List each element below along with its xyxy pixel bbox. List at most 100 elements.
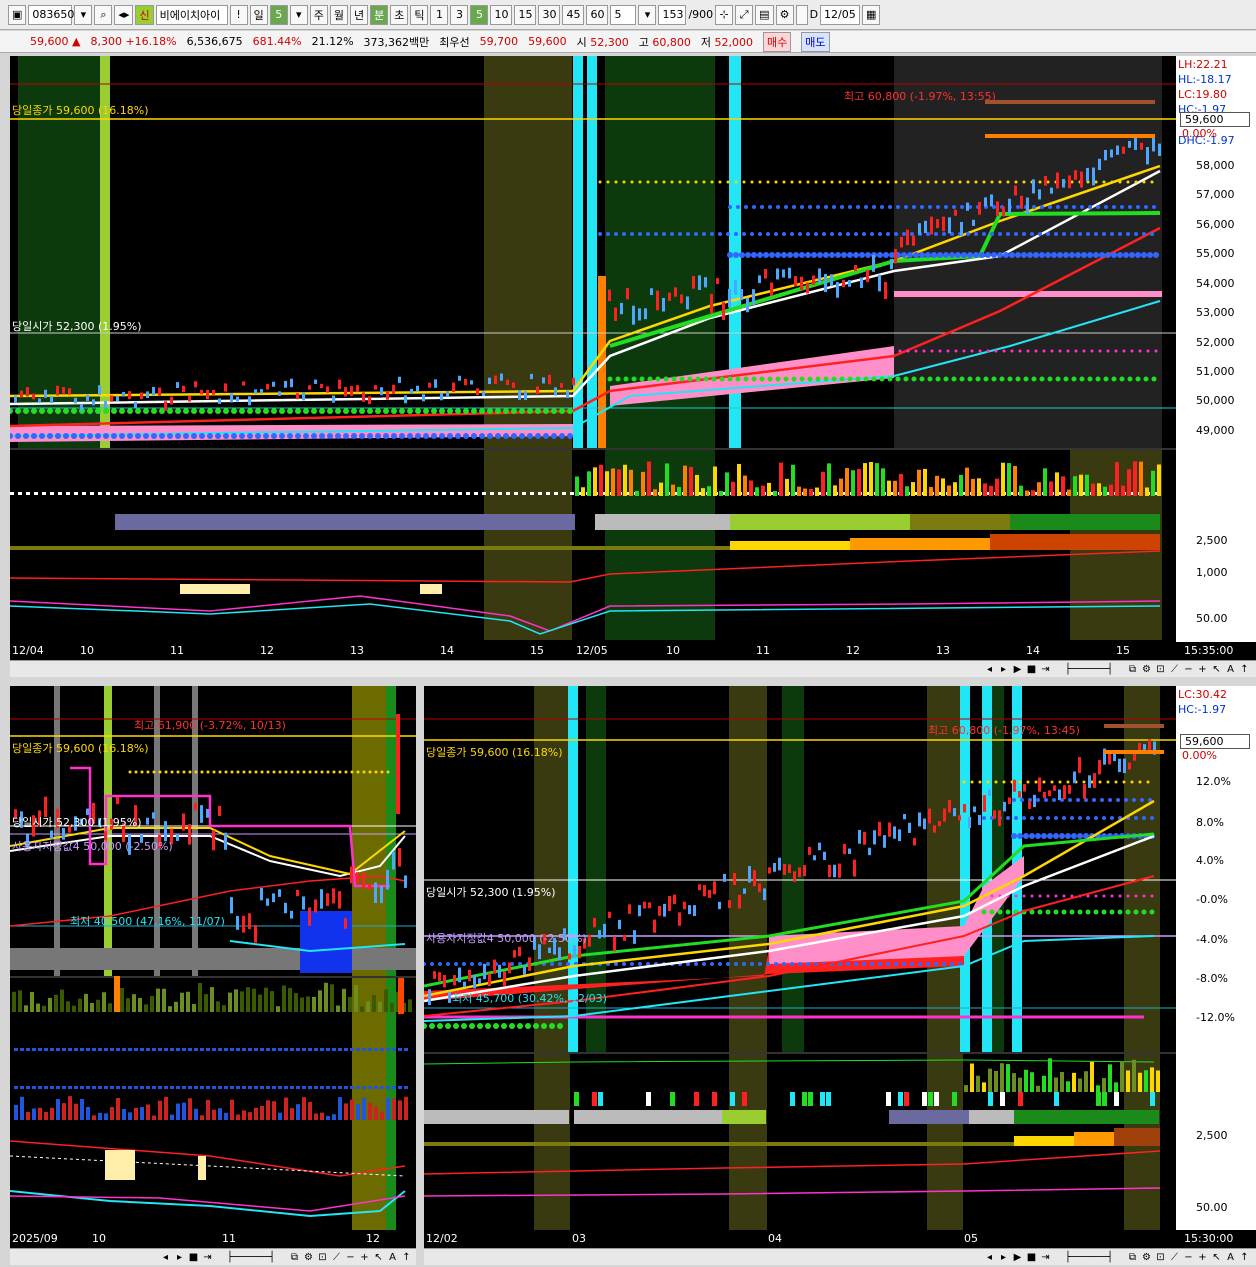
window-icon[interactable]: ▣ [8, 4, 27, 25]
split-icon[interactable]: ⊡ [1155, 1252, 1166, 1263]
stop-icon[interactable]: ■ [1026, 664, 1037, 675]
minus-icon[interactable]: − [1183, 664, 1194, 675]
play-icon[interactable]: ▶ [1012, 664, 1023, 675]
alert-button[interactable]: ! [229, 4, 248, 25]
plus-icon[interactable]: + [1197, 1252, 1208, 1263]
level-dots [671, 376, 677, 382]
date-checkbox[interactable] [795, 4, 808, 25]
up-icon[interactable]: ↑ [1239, 1252, 1250, 1263]
text-icon[interactable]: A [1225, 664, 1236, 675]
interval-60[interactable]: 60 [586, 4, 609, 25]
arrow-icon[interactable]: ↖ [373, 1252, 384, 1263]
tick-button[interactable]: 틱 [410, 4, 429, 25]
plus-icon[interactable]: + [359, 1252, 370, 1263]
interval-10[interactable]: 10 [490, 4, 513, 25]
stop-icon[interactable]: ■ [188, 1252, 199, 1263]
week-button[interactable]: 주 [309, 4, 328, 25]
text-icon[interactable]: A [1225, 1252, 1236, 1263]
crosshair-icon[interactable]: ⊹ [715, 4, 734, 25]
level-dots [1006, 816, 1010, 820]
scroll-right-icon[interactable]: ▸ [174, 1252, 185, 1263]
gear-icon[interactable]: ⚙ [775, 4, 794, 25]
up-icon[interactable]: ↑ [401, 1252, 412, 1263]
vol-bar [994, 1070, 998, 1092]
end-icon[interactable]: ⇥ [1040, 664, 1051, 675]
interval-5[interactable]: 5 [470, 4, 489, 25]
plus-icon[interactable]: + [1197, 664, 1208, 675]
interval-1[interactable]: 1 [430, 4, 449, 25]
settings-icon[interactable]: ⚙ [1141, 664, 1152, 675]
period-value[interactable]: 5 [269, 4, 288, 25]
level-dots [898, 349, 902, 353]
stock-name-field[interactable]: 비에이치아이 [155, 4, 228, 25]
custom-interval-input[interactable]: 5 [610, 4, 637, 25]
level-dots [1102, 894, 1106, 898]
trend-icon[interactable]: ⟋ [1169, 1252, 1180, 1263]
sell-button[interactable]: 매도 [801, 31, 830, 52]
tools-icon[interactable]: ⤢ [735, 4, 754, 25]
code-dropdown-icon[interactable]: ▾ [74, 4, 93, 25]
text-icon[interactable]: A [387, 1252, 398, 1263]
interval-3[interactable]: 3 [450, 4, 469, 25]
period-dropdown-icon[interactable]: ▾ [289, 4, 308, 25]
interval-30[interactable]: 30 [538, 4, 561, 25]
split-icon[interactable]: ⊡ [1155, 664, 1166, 675]
arrow-icon[interactable]: ↖ [1211, 664, 1222, 675]
minus-icon[interactable]: − [345, 1252, 356, 1263]
interval-15[interactable]: 15 [514, 4, 537, 25]
minus-icon[interactable]: − [1183, 1252, 1194, 1263]
month-button[interactable]: 월 [329, 4, 348, 25]
year-button[interactable]: 년 [349, 4, 369, 25]
bar-count-input[interactable]: 153 [658, 4, 687, 25]
multi-day-chart[interactable]: 최고 60,800 (-1.97%, 13:45) 당일종가 59,600 (1… [424, 686, 1176, 1230]
zoom-slider[interactable]: ├──────┤ [216, 1252, 286, 1263]
interval-45[interactable]: 45 [562, 4, 585, 25]
vol-bar [845, 468, 849, 496]
level-dots [934, 232, 938, 236]
candle [740, 289, 743, 301]
save-icon[interactable]: ▤ [755, 4, 774, 25]
custom-interval-dropdown-icon[interactable]: ▾ [638, 4, 657, 25]
tool-icon[interactable]: ⧉ [1127, 1252, 1138, 1263]
x-tick: 11 [170, 644, 184, 657]
settings-icon[interactable]: ⚙ [1141, 1252, 1152, 1263]
buy-button[interactable]: 매수 [763, 31, 792, 52]
second-button[interactable]: 초 [390, 4, 409, 25]
settings-icon[interactable]: ⚙ [303, 1252, 314, 1263]
prev-next-icon[interactable]: ◂▸ [114, 4, 134, 25]
scroll-left-icon[interactable]: ◂ [984, 664, 995, 675]
candle [438, 972, 441, 982]
pane-splitter[interactable] [416, 686, 424, 1266]
tool-icon[interactable]: ⧉ [289, 1252, 300, 1263]
level-dots [974, 232, 978, 236]
calendar-icon[interactable]: ▦ [862, 4, 881, 25]
up-icon[interactable]: ↑ [1239, 664, 1250, 675]
signal-dot [224, 1086, 228, 1089]
hl-value: HL:-18.17 [1178, 73, 1232, 86]
top-minute-chart[interactable]: 당일종가 59,600 (16.18%) 당일시가 52,300 (1.95%)… [10, 56, 1176, 642]
scroll-right-icon[interactable]: ▸ [998, 664, 1009, 675]
scroll-left-icon[interactable]: ◂ [984, 1252, 995, 1263]
split-icon[interactable]: ⊡ [317, 1252, 328, 1263]
tool-icon[interactable]: ⧉ [1127, 664, 1138, 675]
trend-icon[interactable]: ⟋ [1169, 664, 1180, 675]
zoom-slider[interactable]: ├──────┤ [1054, 1252, 1124, 1263]
arrow-icon[interactable]: ↖ [1211, 1252, 1222, 1263]
level-dots [359, 408, 365, 414]
stock-code-input[interactable]: 083650 [28, 4, 74, 25]
search-icon[interactable]: ⌕ [94, 4, 113, 25]
candle [272, 893, 275, 903]
date-input[interactable]: 12/05 [820, 4, 861, 25]
end-icon[interactable]: ⇥ [202, 1252, 213, 1263]
play-icon[interactable]: ▶ [1012, 1252, 1023, 1263]
zoom-slider[interactable]: ├──────┤ [1054, 664, 1124, 675]
end-icon[interactable]: ⇥ [1040, 1252, 1051, 1263]
period-day-button[interactable]: 일 [249, 4, 268, 25]
scroll-right-icon[interactable]: ▸ [998, 1252, 1009, 1263]
minute-button[interactable]: 분 [370, 4, 389, 25]
stop-icon[interactable]: ■ [1026, 1252, 1037, 1263]
scroll-left-icon[interactable]: ◂ [160, 1252, 171, 1263]
trend-icon[interactable]: ⟋ [331, 1252, 342, 1263]
daily-chart[interactable]: 최고 61,900 (-3.72%, 10/13) 당일종가 59,600 (1… [10, 686, 416, 1230]
level-dots [913, 252, 919, 258]
